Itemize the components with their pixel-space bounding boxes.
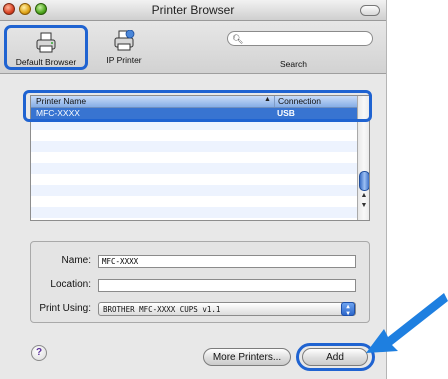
printer-browser-window: Printer Browser Default Browser IP Print… (0, 0, 387, 379)
empty-row (31, 163, 357, 174)
scrollbar-thumb[interactable] (359, 171, 369, 191)
list-rows: MFC-XXXX USB (31, 108, 357, 218)
search-field[interactable]: 🔍︎ (227, 31, 373, 46)
empty-row (31, 207, 357, 218)
name-label: Name: (61, 255, 91, 266)
empty-row (31, 141, 357, 152)
ip-printer-label: IP Printer (106, 55, 142, 65)
default-browser-button[interactable]: Default Browser (4, 25, 88, 70)
name-field[interactable] (98, 255, 356, 268)
location-label: Location: (50, 279, 91, 290)
location-field[interactable] (98, 279, 356, 292)
printer-icon (36, 32, 56, 53)
select-arrows-icon: ▲ ▼ (341, 302, 355, 317)
printer-row-highlight-frame (23, 90, 372, 122)
print-using-value: BROTHER MFC-XXXX CUPS v1.1 (103, 305, 221, 314)
title-bar: Printer Browser (0, 0, 386, 21)
window-title: Printer Browser (151, 3, 235, 17)
network-printer-icon (114, 30, 135, 51)
empty-row (31, 174, 357, 185)
empty-row (31, 185, 357, 196)
print-using-label: Print Using: (39, 303, 91, 314)
print-using-select[interactable]: BROTHER MFC-XXXX CUPS v1.1 ▲ ▼ (98, 302, 356, 317)
search-input[interactable] (250, 32, 362, 45)
search-icon: 🔍︎ (232, 34, 244, 44)
scroll-down-arrow-icon[interactable]: ▼ (358, 202, 369, 209)
empty-row (31, 130, 357, 141)
help-button[interactable]: ? (31, 345, 47, 361)
default-browser-label: Default Browser (15, 57, 77, 67)
empty-row (31, 196, 357, 207)
more-printers-button[interactable]: More Printers... (203, 348, 291, 366)
search-label: Search (280, 59, 307, 69)
ip-printer-button[interactable]: IP Printer (96, 26, 152, 65)
scroll-up-arrow-icon[interactable]: ▲ (358, 192, 369, 199)
empty-row (31, 152, 357, 163)
printer-details-form: Name: Location: Print Using: BROTHER MFC… (30, 241, 370, 323)
add-button[interactable]: Add (302, 348, 368, 366)
callout-arrow-icon (366, 293, 448, 353)
toolbar-toggle-button[interactable] (360, 5, 380, 16)
